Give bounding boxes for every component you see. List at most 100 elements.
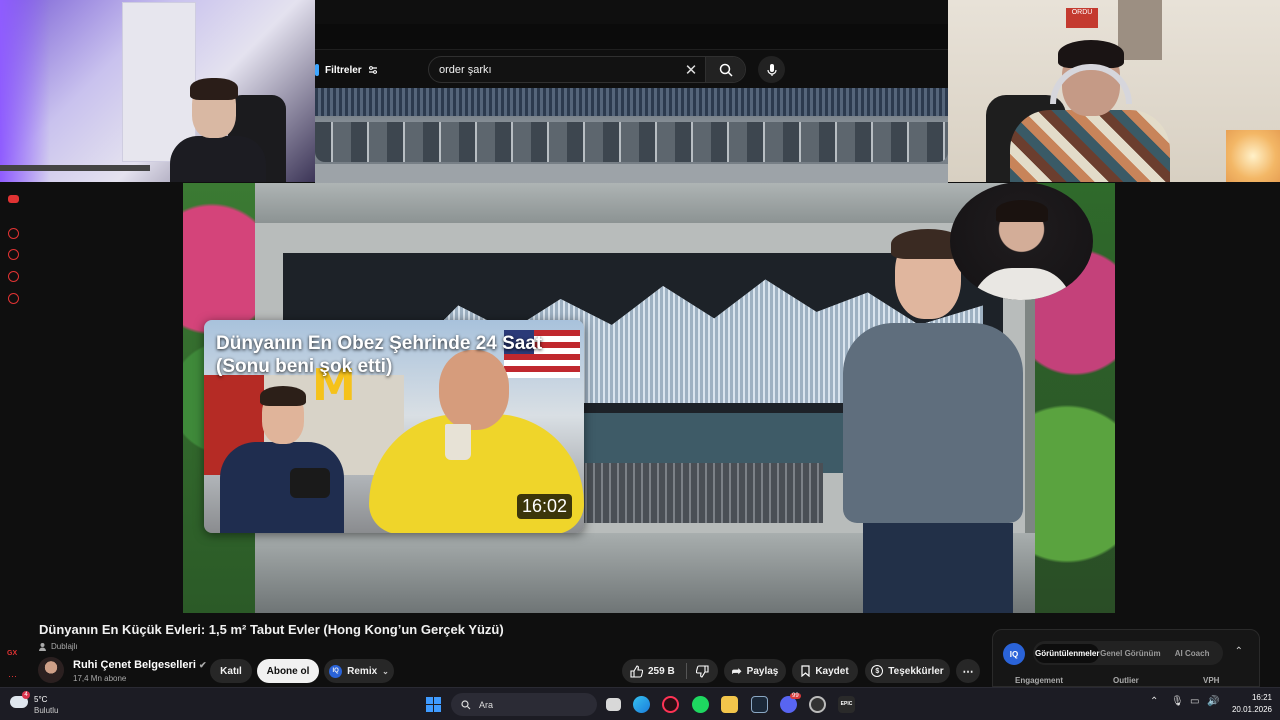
join-button[interactable]: Katıl [210, 659, 252, 683]
outlier-column: Outlier [1113, 676, 1139, 685]
header-band [315, 24, 948, 50]
person-body [170, 136, 266, 182]
search-bar[interactable]: order şarkı ✕ [428, 56, 746, 83]
more-horizontal-icon: ⋯ [962, 665, 974, 678]
roof-tiles [315, 122, 948, 162]
video-duration: 16:02 [516, 494, 572, 519]
clock-time: 16:21 [1251, 693, 1272, 702]
edge-icon[interactable] [633, 696, 650, 713]
microphone-tray-icon[interactable]: 🎙 [1171, 696, 1184, 707]
thanks-label: Teşekkürler [888, 665, 944, 677]
building-model [563, 463, 823, 523]
settings-icon[interactable] [8, 293, 19, 304]
task-view-icon[interactable] [606, 698, 621, 711]
voice-search-button[interactable] [758, 56, 785, 83]
vph-column: VPH [1203, 676, 1220, 685]
tray-chevron-icon[interactable]: ⌃ [1150, 696, 1158, 707]
pin-icon[interactable] [8, 271, 19, 282]
like-dislike-group: 259 B [622, 659, 718, 683]
dislike-icon[interactable] [695, 664, 709, 678]
purple-light-glow [0, 0, 50, 182]
discord-notification-badge: 99 [790, 693, 801, 699]
file-explorer-icon[interactable] [721, 696, 738, 713]
camera [290, 468, 330, 498]
history-icon[interactable] [8, 249, 19, 260]
presenter-shirt [843, 323, 1023, 523]
photographer-hair [260, 386, 306, 406]
microphone-icon [766, 63, 777, 76]
like-count[interactable]: 259 B [648, 666, 675, 677]
streamer-person [170, 78, 266, 182]
roof-ledge [315, 164, 948, 183]
filters-label: Filtreler [325, 64, 362, 76]
like-icon[interactable] [630, 664, 643, 678]
dubbed-label: Dublajlı [51, 641, 78, 651]
epic-games-icon[interactable]: EPIC [838, 696, 855, 713]
sliders-icon [368, 66, 377, 74]
app-circle-icon[interactable] [809, 696, 826, 713]
gx-label: GX [7, 650, 18, 657]
super-thanks-icon: $ [871, 665, 884, 677]
subscriber-count: 17,4 Mn abone [73, 674, 127, 683]
weather-badge: 4 [22, 691, 30, 699]
clock-date: 20.01.2026 [1231, 705, 1272, 714]
weather-condition: Bulutlu [34, 706, 59, 715]
tab-goruntulenmeler[interactable]: Görüntülenmeler [1035, 643, 1100, 663]
steam-icon[interactable] [751, 696, 768, 713]
vidiq-logo-icon[interactable]: IQ [1003, 643, 1025, 665]
dubbed-badge: Dublajlı [39, 640, 78, 652]
salt-lamp [1226, 130, 1280, 182]
roof-stripe [315, 88, 948, 116]
pip-hair [996, 200, 1048, 222]
share-button[interactable]: ➦ Paylaş [724, 659, 786, 683]
clock[interactable]: 16:21 20.01.2026 [1228, 692, 1272, 716]
search-icon [719, 63, 733, 77]
youtube-logo-icon[interactable] [8, 195, 19, 203]
weather-temp: 5°C [34, 695, 48, 704]
ordu-sign: ORDU [1066, 8, 1098, 28]
search-icon [461, 699, 471, 709]
filters-button[interactable]: Filtreler [315, 60, 378, 80]
thanks-button[interactable]: $ Teşekkürler [865, 659, 950, 683]
pip-shirt [972, 268, 1072, 300]
streamer-webcam-left [0, 0, 315, 182]
browser-sidebar: GX ⋯ [0, 182, 27, 687]
clear-search-icon[interactable]: ✕ [677, 61, 705, 79]
person-hair [190, 78, 238, 100]
spotify-icon[interactable] [692, 696, 709, 713]
search-placeholder: Ara [479, 699, 494, 710]
channel-avatar[interactable] [38, 657, 64, 683]
video-thumbnail-card[interactable]: M Dünyanın En Obez Şehrinde 24 Saat (Son… [204, 320, 584, 533]
video-title: Dünyanın En Küçük Evleri: 1,5 m² Tabut E… [39, 622, 504, 637]
chevron-down-icon[interactable]: ⌄ [382, 667, 389, 676]
video-roof-scenery [315, 88, 948, 183]
network-icon[interactable]: ▭ [1190, 696, 1199, 707]
add-icon[interactable] [8, 228, 19, 239]
taskbar-search[interactable]: Ara [451, 693, 597, 716]
patterned-shirt [1010, 110, 1170, 182]
save-button[interactable]: Kaydet [792, 659, 858, 683]
windows-taskbar: 4 5°C Bulutlu Ara 99 EPIC ⌃ 🎙 ▭ 🔊 16:21 … [0, 687, 1280, 720]
volume-icon[interactable]: 🔊 [1207, 696, 1219, 707]
subscribe-button[interactable]: Abone ol [257, 659, 319, 683]
remix-button[interactable]: IQ Remix ⌄ [324, 659, 394, 683]
verified-icon: ✔ [198, 660, 207, 670]
desk-edge [0, 165, 150, 171]
streamer-person [1010, 40, 1170, 182]
presenter-pants [863, 523, 1013, 613]
audio-person-icon [39, 642, 46, 651]
tab-ai-coach[interactable]: AI Coach [1161, 649, 1223, 658]
tab-genel-gorunum[interactable]: Genel Görünüm [1099, 649, 1161, 658]
share-icon: ➦ [731, 664, 742, 678]
search-input[interactable]: order şarkı [429, 64, 677, 76]
filter-indicator [315, 64, 319, 76]
opera-gx-icon[interactable] [662, 696, 679, 713]
search-button[interactable] [705, 57, 745, 82]
drink-cup [445, 424, 471, 460]
engagement-column: Engagement [1015, 676, 1064, 685]
more-actions-button[interactable]: ⋯ [956, 659, 980, 683]
more-icon[interactable]: ⋯ [8, 671, 17, 682]
channel-name[interactable]: Ruhi Çenet Belgeselleri ✔ [73, 659, 206, 671]
collapse-chevron-icon[interactable]: ⌃ [1235, 646, 1243, 657]
windows-start-icon[interactable] [426, 697, 441, 712]
